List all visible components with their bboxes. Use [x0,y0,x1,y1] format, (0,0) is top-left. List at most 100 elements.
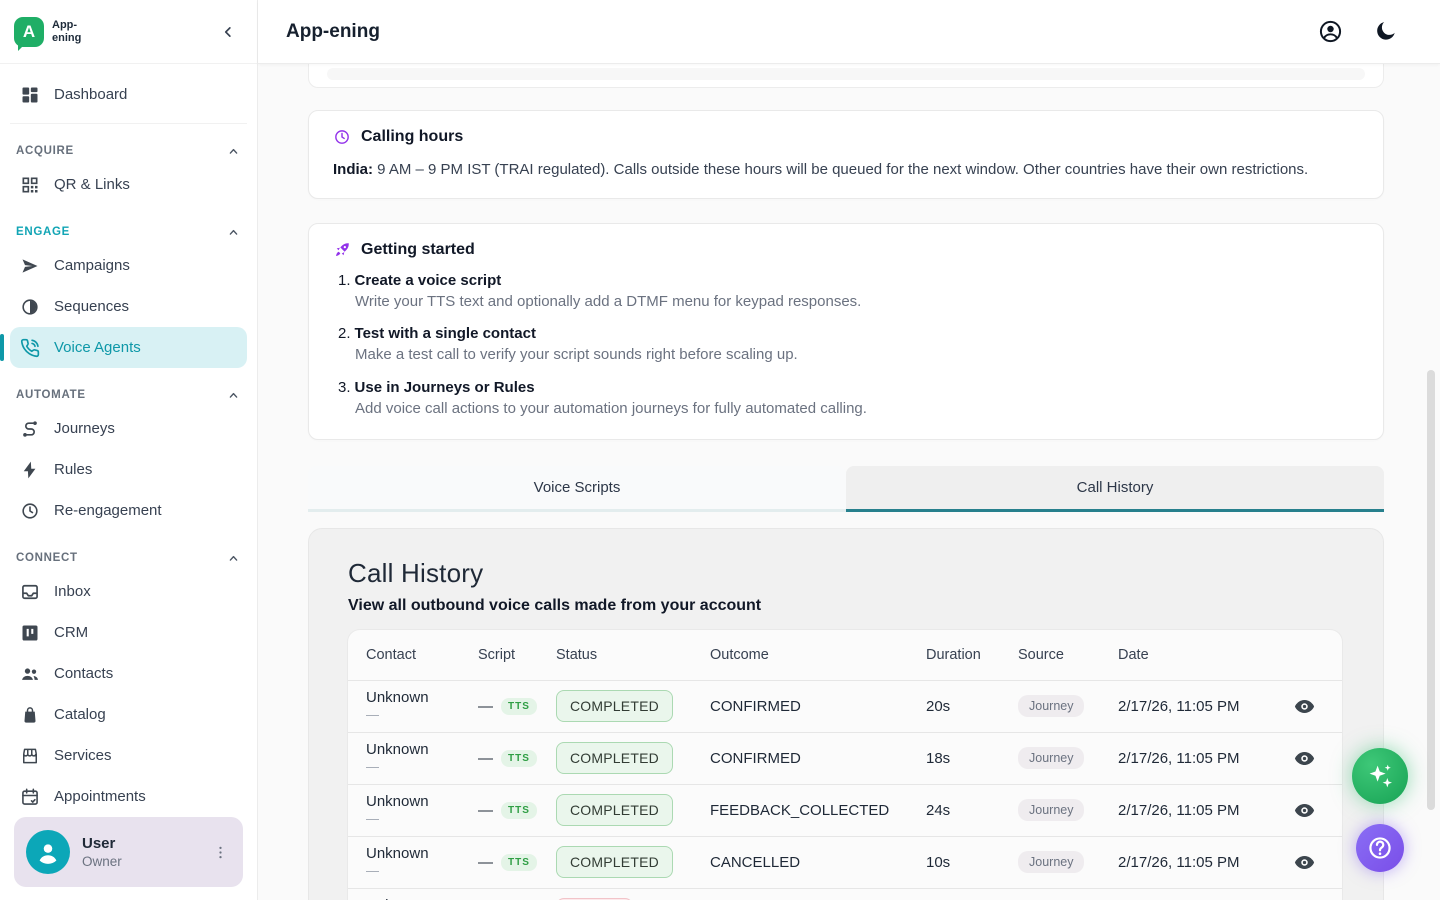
sidebar-item-campaigns[interactable]: Campaigns [10,245,247,286]
sidebar-item-journeys[interactable]: Journeys [10,408,247,449]
section-header-automate[interactable]: AUTOMATE [16,384,241,406]
date-value: 2/17/26, 11:05 PM [1118,802,1268,819]
sidebar-item-voice-agents[interactable]: Voice Agents [10,327,247,368]
sidebar-collapse-button[interactable] [217,21,239,43]
col-status: Status [556,647,710,663]
user-card[interactable]: User Owner [14,817,243,887]
view-call-button[interactable] [1291,849,1318,876]
content-scroll-area: Calling hours India: 9 AM – 9 PM IST (TR… [258,64,1440,900]
col-duration: Duration [926,647,1018,663]
getting-started-card: Getting started 1.Create a voice script … [308,223,1384,440]
calling-hours-header: Calling hours [333,128,1359,146]
calendar-icon [20,787,40,807]
col-script: Script [478,647,556,663]
sidebar-item-inbox[interactable]: Inbox [10,571,247,612]
sidebar-item-qr-links[interactable]: QR & Links [10,164,247,205]
script-name: — [478,854,493,871]
sidebar-item-dashboard[interactable]: Dashboard [10,74,247,115]
outcome-value: CONFIRMED [710,698,926,715]
sidebar-header: A App- ening [0,0,257,64]
user-menu-button[interactable] [208,840,233,865]
call-history-subtitle: View all outbound voice calls made from … [348,597,1342,615]
help-button[interactable] [1356,824,1404,872]
sidebar-item-contacts[interactable]: Contacts [10,653,247,694]
user-circle-icon [1318,19,1343,44]
rocket-icon [333,241,351,259]
table-row: Unknown— —TTS COMPLETED CONFIRMED 20s Jo… [348,680,1342,732]
status-badge: COMPLETED [556,690,673,722]
script-name: — [478,802,493,819]
table-row: Unknown— —TTS COMPLETED FEEDBACK_COLLECT… [348,784,1342,836]
step-description: Make a test call to verify your script s… [355,345,1359,365]
user-info: User Owner [82,835,122,869]
sidebar: A App- ening Dashboard ACQUIRE [0,0,258,900]
source-badge: Journey [1018,695,1084,717]
sidebar-item-label: Re-engagement [54,502,162,519]
eye-icon [1293,799,1316,822]
view-call-button[interactable] [1291,797,1318,824]
tab-voice-scripts[interactable]: Voice Scripts [308,466,846,512]
bag-icon [20,705,40,725]
account-button[interactable] [1318,19,1343,44]
sidebar-item-catalog[interactable]: Catalog [10,694,247,735]
date-value: 2/17/26, 11:05 PM [1118,698,1268,715]
scrollbar-thumb[interactable] [1427,370,1435,810]
sidebar-item-crm[interactable]: CRM [10,612,247,653]
section-header-engage[interactable]: ENGAGE [16,221,241,243]
contact-name: Unknown [366,845,478,863]
sidebar-item-services[interactable]: Services [10,735,247,776]
eye-icon [1293,747,1316,770]
getting-started-title: Getting started [361,241,475,259]
tab-call-history[interactable]: Call History [846,466,1384,512]
calling-hours-body: India: 9 AM – 9 PM IST (TRAI regulated).… [333,159,1359,180]
dark-mode-toggle[interactable] [1373,19,1398,44]
duration-value: 10s [926,854,1018,871]
sequences-icon [20,297,40,317]
tts-badge: TTS [501,802,537,819]
call-history-title: Call History [348,558,1342,589]
sidebar-item-label: Voice Agents [54,339,141,356]
topbar-actions [1318,19,1398,44]
country-label: India: [333,161,373,178]
user-name: User [82,835,122,854]
topbar: App-ening [258,0,1440,64]
avatar [26,830,70,874]
app-logo[interactable]: A App- ening [14,17,81,47]
chevron-up-icon [226,225,241,240]
col-date: Date [1118,647,1268,663]
sidebar-item-label: Services [54,747,112,764]
tab-bar: Voice Scripts Call History [308,466,1384,512]
section-header-connect[interactable]: CONNECT [16,547,241,569]
col-source: Source [1018,647,1118,663]
contact-name: Unknown [366,689,478,707]
page-title: App-ening [286,21,380,43]
tts-badge: TTS [501,698,537,715]
sidebar-item-label: Campaigns [54,257,130,274]
col-contact: Contact [366,647,478,663]
duration-value: 20s [926,698,1018,715]
table-header: Contact Script Status Outcome Duration S… [348,630,1342,680]
sidebar-item-rules[interactable]: Rules [10,449,247,490]
store-icon [20,746,40,766]
sidebar-item-label: Rules [54,461,92,478]
getting-started-step: 2.Test with a single contact Make a test… [338,325,1359,365]
view-call-button[interactable] [1291,693,1318,720]
view-call-button[interactable] [1291,745,1318,772]
table-row: Unknown— —TTS COMPLETED CANCELLED 10s Jo… [348,836,1342,888]
question-icon [1366,834,1394,862]
clipped-card-inner [327,68,1365,80]
contact-sub: — [366,707,478,724]
sidebar-item-appointments[interactable]: Appointments [10,776,247,817]
eye-icon [1293,851,1316,874]
section-header-acquire[interactable]: ACQUIRE [16,140,241,162]
kanban-icon [20,623,40,643]
sidebar-item-label: Journeys [54,420,115,437]
table-row: Unknown— —TTS COMPLETED CONFIRMED 18s Jo… [348,732,1342,784]
source-badge: Journey [1018,851,1084,873]
users-icon [20,664,40,684]
outcome-value: FEEDBACK_COLLECTED [710,802,926,819]
ai-assistant-button[interactable] [1352,748,1408,804]
sidebar-item-re-engagement[interactable]: Re-engagement [10,490,247,531]
sidebar-item-sequences[interactable]: Sequences [10,286,247,327]
sidebar-item-label: QR & Links [54,176,130,193]
